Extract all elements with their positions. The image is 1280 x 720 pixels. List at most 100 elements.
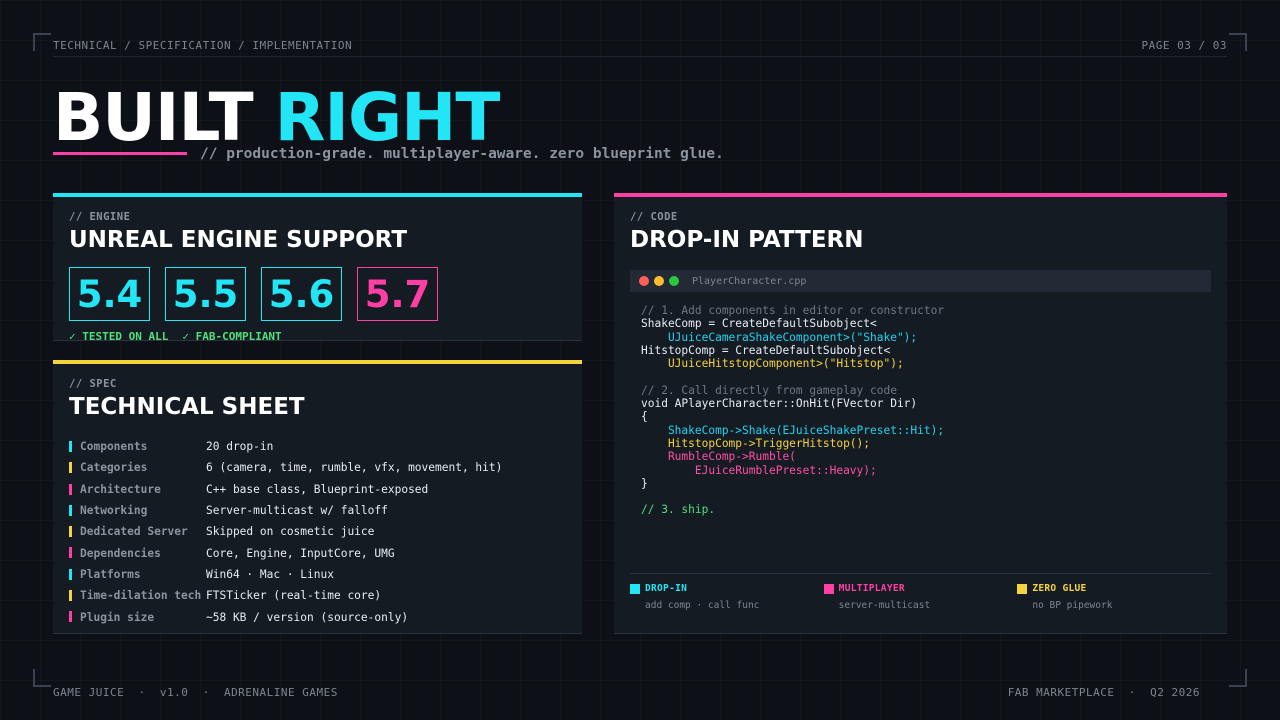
spec-key: Dedicated Server xyxy=(80,525,188,539)
spec-row-marker xyxy=(69,483,72,495)
feature-header: MULTIPLAYER xyxy=(823,583,1018,594)
spec-row-marker xyxy=(69,504,72,516)
top-bar: TECHNICAL / SPECIFICATION / IMPLEMENTATI… xyxy=(53,40,1227,57)
hero-title-word-right: RIGHT xyxy=(274,79,501,156)
code-line: void APlayerCharacter::OnHit(FVector Dir… xyxy=(641,397,918,411)
footer-product-info: GAME JUICE · v1.0 · ADRENALINE GAMES xyxy=(53,686,338,699)
spec-row-marker xyxy=(69,441,72,452)
code-filename: PlayerCharacter.cpp xyxy=(692,275,807,287)
engine-check-list: ✓ TESTED ON ALL ✓ FAB-COMPLIANT xyxy=(69,330,282,343)
spec-row-marker xyxy=(69,526,72,538)
code-panel-label: // CODE xyxy=(630,211,678,223)
engine-panel-heading: UNREAL ENGINE SUPPORT xyxy=(69,227,408,253)
hero-tagline: // production-grade. multiplayer-aware. … xyxy=(200,146,724,162)
feature-header: DROP-IN xyxy=(630,583,824,594)
drop-in-pattern-panel: // CODE DROP-IN PATTERN PlayerCharacter.… xyxy=(614,193,1227,634)
spec-row-marker xyxy=(69,547,72,559)
spec-row: Platforms Win64 · Mac · Linux xyxy=(69,564,502,585)
bottom-bar: GAME JUICE · v1.0 · ADRENALINE GAMES FAB… xyxy=(53,686,1200,699)
feature-title: DROP-IN xyxy=(645,583,688,594)
breadcrumb: TECHNICAL / SPECIFICATION / IMPLEMENTATI… xyxy=(53,39,353,52)
spec-row: Networking Server-multicast w/ falloff xyxy=(69,500,502,521)
feature-subtitle: server-multicast xyxy=(838,600,931,611)
feature-header: ZERO GLUE xyxy=(1017,583,1211,594)
feature-item: DROP-IN add comp · call func xyxy=(630,574,824,611)
code-line: HitstopComp->TriggerHitstop(); xyxy=(641,436,871,450)
corner-bracket-top-right xyxy=(1229,33,1247,51)
code-line: } xyxy=(641,476,648,490)
feature-title: ZERO GLUE xyxy=(1032,583,1087,594)
code-line: { xyxy=(641,410,648,424)
spec-row: Dependencies Core, Engine, InputCore, UMG xyxy=(69,542,502,563)
feature-item: ZERO GLUE no BP pipework xyxy=(1017,574,1211,611)
spec-row: Categories 6 (camera, time, rumble, vfx, … xyxy=(69,457,502,478)
feature-title: MULTIPLAYER xyxy=(838,583,905,594)
spec-value: Skipped on cosmetic juice xyxy=(206,525,375,539)
hero-title: BUILT RIGHT xyxy=(53,79,501,156)
code-line: ShakeComp->Shake(EJuiceShakePreset::Hit)… xyxy=(641,423,945,437)
page-indicator: PAGE 03 / 03 xyxy=(1141,39,1227,52)
spec-table: Components 20 drop-in Categories 6 (camera,… xyxy=(69,436,502,628)
feature-item: MULTIPLAYER server-multicast xyxy=(823,574,1018,611)
spec-value: C++ base class, Blueprint-exposed xyxy=(206,482,429,496)
corner-bracket-top-left xyxy=(33,33,51,51)
code-line: EJuiceRumblePreset::Heavy); xyxy=(641,463,877,477)
code-line: // 3. ship. xyxy=(641,503,716,517)
spec-value: ~58 KB / version (source-only) xyxy=(206,610,409,624)
spec-value: Core, Engine, InputCore, UMG xyxy=(206,546,395,560)
spec-value: Server-multicast w/ falloff xyxy=(206,504,388,518)
spec-row: Dedicated Server Skipped on cosmetic juic… xyxy=(69,521,502,542)
spec-key: Dependencies xyxy=(80,546,161,560)
spec-value: 20 drop-in xyxy=(206,440,274,454)
spec-row: Components 20 drop-in xyxy=(69,436,502,457)
engine-panel-label: // ENGINE xyxy=(69,211,131,223)
feature-square-icon xyxy=(630,583,640,594)
spec-key: Plugin size xyxy=(80,610,155,624)
window-minimize-dot xyxy=(654,276,664,286)
spec-panel-label: // SPEC xyxy=(69,378,117,390)
spec-panel-heading: TECHNICAL SHEET xyxy=(69,394,305,420)
window-close-dot xyxy=(639,276,649,286)
spec-key: Time-dilation tech xyxy=(80,589,202,603)
spec-value: Win64 · Mac · Linux xyxy=(206,567,334,581)
spec-row-marker xyxy=(69,590,72,602)
code-window-header: PlayerCharacter.cpp xyxy=(630,270,1211,292)
engine-version-badge: 5.5 xyxy=(165,267,246,321)
code-line: // 2. Call directly from gameplay code xyxy=(641,383,897,397)
feature-square-icon xyxy=(823,583,834,594)
code-line: HitstopComp = CreateDefaultSubobject< xyxy=(641,343,891,357)
window-maximize-dot xyxy=(669,276,679,286)
spec-row: Architecture C++ base class, Blueprint-ex… xyxy=(69,479,502,500)
engine-support-panel: // ENGINE UNREAL ENGINE SUPPORT 5.4 5.5 … xyxy=(53,193,582,343)
engine-version-list: 5.4 5.5 5.6 5.7 xyxy=(69,267,438,321)
check-tested-on-all: ✓ TESTED ON ALL xyxy=(69,330,169,343)
spec-key: Categories xyxy=(80,461,148,475)
technical-sheet-panel: // SPEC TECHNICAL SHEET Components 20 dro… xyxy=(53,360,582,634)
hero-title-word-built: BUILT xyxy=(53,79,254,156)
spec-key: Architecture xyxy=(80,482,161,496)
code-line: UJuiceHitstopComponent>("Hitstop"); xyxy=(641,357,904,371)
code-line: UJuiceCameraShakeComponent>("Shake"); xyxy=(641,330,918,344)
engine-version-badge: 5.4 xyxy=(69,267,150,321)
spec-value: FTSTicker (real-time core) xyxy=(206,589,382,603)
spec-row-marker xyxy=(69,611,72,623)
corner-bracket-bottom-left xyxy=(33,669,51,687)
engine-version-badge: 5.6 xyxy=(261,267,342,321)
code-line: RumbleComp->Rumble( xyxy=(641,450,796,464)
spec-row-marker xyxy=(69,462,72,474)
feature-square-icon xyxy=(1017,583,1028,594)
code-line: // 1. Add components in editor or constr… xyxy=(641,304,945,317)
corner-bracket-bottom-right xyxy=(1229,669,1247,687)
spec-key: Platforms xyxy=(80,567,141,581)
feature-legend: DROP-IN add comp · call func MULTIPLAYER se… xyxy=(630,573,1211,611)
spec-key: Components xyxy=(80,440,148,454)
feature-subtitle: add comp · call func xyxy=(645,600,760,611)
code-panel-heading: DROP-IN PATTERN xyxy=(630,227,864,253)
spec-row: Plugin size ~58 KB / version (source-only… xyxy=(69,606,502,627)
footer-marketplace-info: FAB MARKETPLACE · Q2 2026 xyxy=(1007,686,1200,699)
hero-underline xyxy=(53,152,187,155)
code-block: // 1. Add components in editor or constr… xyxy=(641,304,944,517)
spec-row-marker xyxy=(69,568,72,580)
engine-version-badge-latest: 5.7 xyxy=(357,267,438,321)
